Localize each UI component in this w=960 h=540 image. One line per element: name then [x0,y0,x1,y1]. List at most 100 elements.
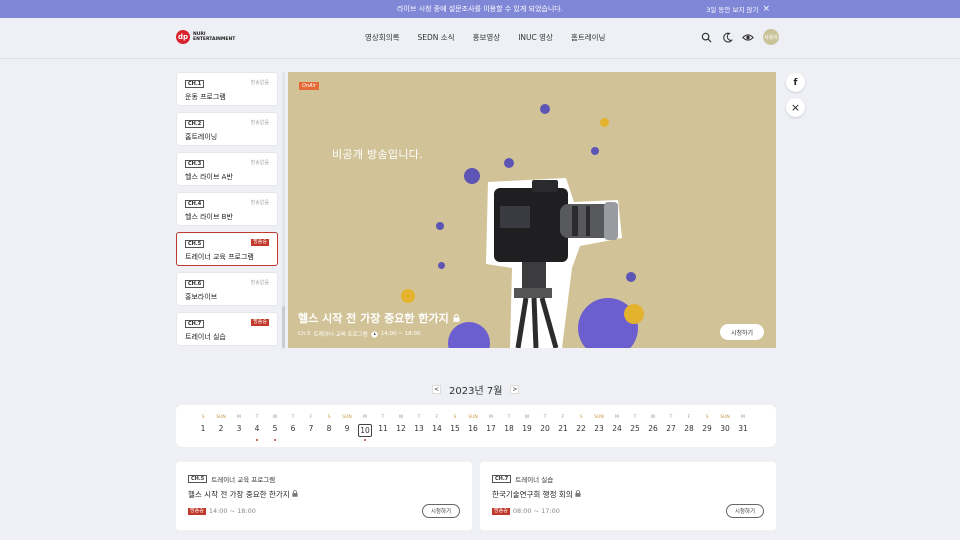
calendar-day[interactable]: F7 [302,415,320,443]
day-number: 7 [308,424,314,433]
weekday-label: S [327,415,331,420]
calendar-day[interactable]: M 24 [608,415,626,443]
close-icon[interactable]: × [786,98,805,117]
channel-status: 방송중 [251,319,269,326]
next-month-button[interactable]: > [510,385,520,394]
prev-month-button[interactable]: < [432,385,441,394]
calendar-day[interactable]: S 15 [446,415,464,443]
eye-icon[interactable] [742,31,754,43]
channel-name: 트레이너 실습 [185,333,226,341]
channel-item[interactable]: CH.6 방송없음 홍보라이브 [176,272,278,306]
calendar-day[interactable]: W5 [266,415,284,443]
nav-item-meetings[interactable]: 영상회의록 [365,32,400,43]
weekday-label: S [579,415,583,420]
calendar-day[interactable]: T 18 [500,415,518,443]
calendar-day[interactable]: M 31 [734,415,752,443]
weekday-label: W [272,415,278,420]
day-number: 22 [576,424,586,433]
header-divider [0,58,960,59]
channel-item[interactable]: CH.1 방송없음 운동 프로그램 [176,72,278,106]
weekday-label: T [381,415,385,420]
calendar-day[interactable]: T 13 [410,415,428,443]
header-tools: 사용자 [700,29,779,45]
nav-item-news[interactable]: SEDN 소식 [418,32,455,43]
scrollbar-thumb[interactable] [282,306,285,348]
weekday-label: T [543,415,547,420]
weekday-label: M [741,415,745,420]
calendar-strip: S 1 SUN 2 M 3 T 4 W 5 T 6 F 7 S 8 SUN 9 M 10 T 11 W 12 T 13 F 14 S 15… [176,405,776,447]
live-badge: 방송중 [492,507,510,515]
day-number: 13 [414,424,424,433]
calendar-day[interactable]: T 25 [626,415,644,443]
weekday-label: W [650,415,656,420]
schedule-card[interactable]: CH.7 트레이너 실습 한국기술연구회 행정 회의 방송중 08:00 ~ 1… [480,462,776,530]
nav-item-inuc[interactable]: INUC 영상 [518,32,553,43]
month-selector: < 2023년 7월 > [432,382,520,397]
calendar-day[interactable]: M3 [230,415,248,443]
calendar-day[interactable]: T4 [248,415,266,443]
calendar-day[interactable]: S8 [320,415,338,443]
channel-item[interactable]: CH.5 방송중 트레이너 교육 프로그램 [176,232,278,266]
weekday-label: S [453,415,457,420]
weekday-label: T [669,415,673,420]
facebook-icon[interactable]: f [786,73,805,92]
calendar-day[interactable]: W 19 [518,415,536,443]
calendar-day[interactable]: S 29 [698,415,716,443]
banner-dismiss-label[interactable]: 3일 동안 보지 않기 [706,4,758,14]
channel-list-scrollbar[interactable] [282,72,285,348]
day-number: 1 [200,424,206,433]
calendar-day[interactable]: M 17 [482,415,500,443]
calendar-day[interactable]: T6 [284,415,302,443]
nav-item-promo[interactable]: 홍보영상 [473,32,501,43]
calendar-day[interactable]: M 10 [356,415,374,443]
watch-button[interactable]: 시청하기 [720,324,764,340]
site-header: dp NURI ENTERTAINMENT 영상회의록 SEDN 소식 홍보영상… [0,18,960,58]
calendar-day[interactable]: T 20 [536,415,554,443]
logo[interactable]: dp NURI ENTERTAINMENT [176,30,235,44]
day-number: 23 [594,424,604,433]
calendar-day[interactable]: F 28 [680,415,698,443]
side-icons: f × [786,73,805,117]
calendar-day[interactable]: SUN 30 [716,415,734,443]
nav-item-hometraining[interactable]: 홈트레이닝 [571,32,606,43]
video-player[interactable]: OnAir 비공개 방송입니다. 헬스 시작 전 가장 중요한 한가지 Ch.5… [288,72,776,348]
private-message: 비공개 방송입니다. [332,148,423,161]
weekday-label: T [633,415,637,420]
calendar-day[interactable]: S 22 [572,415,590,443]
moon-icon[interactable] [721,31,733,43]
calendar-day[interactable]: SUN 23 [590,415,608,443]
calendar-day[interactable]: W 12 [392,415,410,443]
weekday-label: F [309,415,313,420]
calendar-day[interactable]: F 21 [554,415,572,443]
banner-dismiss[interactable]: 3일 동안 보지 않기 × [706,0,770,18]
calendar-day[interactable]: W 26 [644,415,662,443]
decor-dot [401,289,415,303]
day-number: 11 [378,424,388,433]
decor-dot [591,147,599,155]
calendar-day[interactable]: F 14 [428,415,446,443]
calendar-day[interactable]: S1 [194,415,212,443]
card-time: 08:00 ~ 17:00 [512,507,560,515]
card-tag-row: CH.5 트레이너 교육 프로그램 [188,474,275,484]
close-icon[interactable]: × [762,4,770,14]
calendar-day[interactable]: T 11 [374,415,392,443]
calendar-day[interactable]: T 27 [662,415,680,443]
watch-button[interactable]: 시청하기 [422,504,460,518]
decor-dot [438,262,445,269]
schedule-card[interactable]: CH.5 트레이너 교육 프로그램 헬스 시작 전 가장 중요한 한가지 방송중… [176,462,472,530]
channel-item[interactable]: CH.2 방송없음 홈트레이닝 [176,112,278,146]
calendar-days: S 1 SUN 2 M 3 T 4 W 5 T 6 F 7 S 8 SUN 9 M 10 T 11 W 12 T 13 F 14 S 15… [194,415,752,443]
avatar[interactable]: 사용자 [763,29,779,45]
channel-item[interactable]: CH.7 방송중 트레이너 실습 [176,312,278,346]
search-icon[interactable] [700,31,712,43]
announcement-banner: 라이브 시청 중에 설문조사를 이용할 수 있게 되었습니다. 3일 동안 보지… [0,0,960,18]
weekday-label: F [561,415,565,420]
channel-tag: CH.1 [185,80,205,88]
channel-tag: CH.3 [185,160,205,168]
channel-item[interactable]: CH.3 방송없음 헬스 라이브 A반 [176,152,278,186]
calendar-day[interactable]: SUN 9 [338,415,356,443]
channel-item[interactable]: CH.4 방송없음 헬스 라이브 B반 [176,192,278,226]
calendar-day[interactable]: SUN 16 [464,415,482,443]
watch-button[interactable]: 시청하기 [726,504,764,518]
calendar-day[interactable]: SUN 2 [212,415,230,443]
